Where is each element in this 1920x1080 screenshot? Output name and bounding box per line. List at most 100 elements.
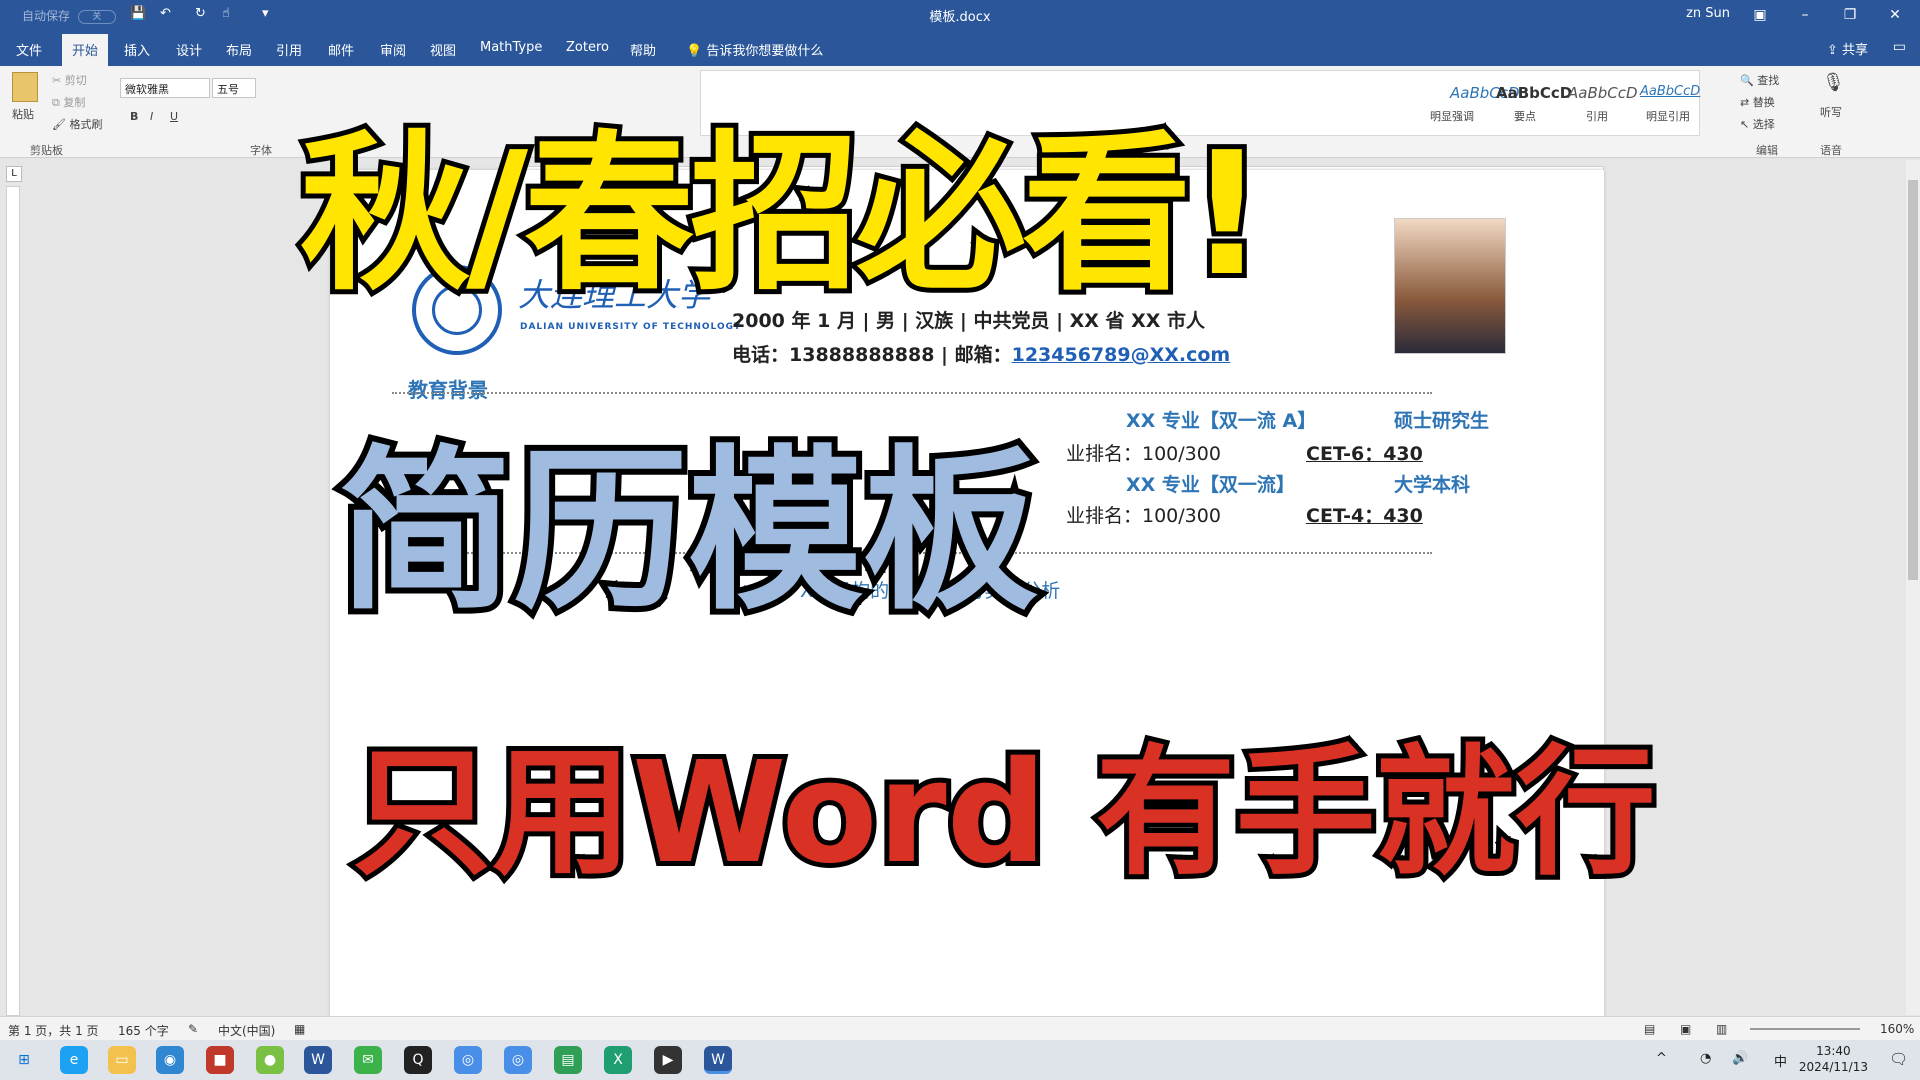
copy-label: 复制 bbox=[63, 96, 86, 109]
style-label-1: 明显强调 bbox=[1430, 110, 1474, 123]
tab-mailings[interactable]: 邮件 bbox=[318, 38, 364, 61]
replace-button[interactable]: ⇄ 替换 bbox=[1740, 94, 1775, 110]
document-title: 模板.docx bbox=[929, 10, 991, 25]
cut-button[interactable]: ✂ 剪切 bbox=[52, 72, 87, 88]
find-label: 查找 bbox=[1757, 74, 1780, 87]
font-group-label: 字体 bbox=[250, 144, 272, 157]
word-active-icon[interactable]: W bbox=[704, 1046, 732, 1074]
ime-indicator[interactable]: 中 bbox=[1774, 1051, 1787, 1070]
bilibili-icon[interactable]: ▶ bbox=[654, 1046, 682, 1074]
user-name[interactable]: zn Sun bbox=[1686, 6, 1730, 21]
overlay-title-line1: 秋/春招必看! bbox=[295, 111, 1271, 319]
web-layout-icon[interactable]: ▥ bbox=[1716, 1022, 1727, 1036]
copy-button[interactable]: ⧉ 复制 bbox=[52, 94, 85, 110]
dictate-button[interactable]: 听写 bbox=[1820, 104, 1842, 120]
browser-icon[interactable]: ◉ bbox=[156, 1046, 184, 1074]
macro-icon[interactable]: ▦ bbox=[294, 1022, 305, 1036]
windows-start-icon[interactable]: ⊞ bbox=[10, 1046, 38, 1074]
font-size-select[interactable]: 五号 bbox=[212, 78, 256, 98]
tell-me-label: 告诉我你想要做什么 bbox=[706, 44, 824, 59]
tab-design[interactable]: 设计 bbox=[166, 38, 212, 61]
menu-bar: 文件 开始 插入 设计 布局 引用 邮件 审阅 视图 MathType Zote… bbox=[0, 30, 1920, 66]
qq-icon[interactable]: Q bbox=[404, 1046, 432, 1074]
tab-references[interactable]: 引用 bbox=[266, 38, 312, 61]
tab-layout[interactable]: 布局 bbox=[216, 38, 262, 61]
print-layout-icon[interactable]: ▣ bbox=[1680, 1022, 1691, 1036]
bold-button[interactable]: B bbox=[130, 110, 138, 123]
edu2-cet: CET-4：430 bbox=[1306, 505, 1423, 527]
edge-icon[interactable]: e bbox=[60, 1046, 88, 1074]
style-sample-2[interactable]: AaBbCcD bbox=[1496, 84, 1572, 102]
italic-button[interactable]: I bbox=[150, 110, 153, 123]
font-name-select[interactable]: 微软雅黑 bbox=[120, 78, 210, 98]
tab-help[interactable]: 帮助 bbox=[620, 38, 666, 61]
word-doc-icon[interactable]: W bbox=[304, 1046, 332, 1074]
style-label-2: 要点 bbox=[1514, 110, 1536, 123]
edu1-rank: 业排名：100/300 bbox=[1066, 443, 1221, 465]
comments-icon[interactable]: ▭ bbox=[1893, 39, 1906, 55]
app-red-icon[interactable]: ■ bbox=[206, 1046, 234, 1074]
close-button[interactable]: ✕ bbox=[1875, 3, 1915, 27]
share-icon: ⇪ bbox=[1826, 43, 1838, 58]
proofing-icon[interactable]: ✎ bbox=[188, 1022, 198, 1036]
notification-icon[interactable]: 🗨 bbox=[1889, 1050, 1908, 1068]
status-bar: 第 1 页，共 1 页 165 个字 ✎ 中文(中国) ▦ ▤ ▣ ▥ 160% bbox=[0, 1016, 1920, 1040]
scrollbar-thumb[interactable] bbox=[1908, 180, 1918, 580]
chrome-icon[interactable]: ◎ bbox=[454, 1046, 482, 1074]
word-count[interactable]: 165 个字 bbox=[118, 1022, 169, 1039]
excel-icon[interactable]: X bbox=[604, 1046, 632, 1074]
chrome-icon-2[interactable]: ◎ bbox=[504, 1046, 532, 1074]
edu1-cet: CET-6：430 bbox=[1306, 443, 1423, 465]
language-indicator[interactable]: 中文(中国) bbox=[218, 1022, 275, 1039]
system-clock[interactable]: 13:40 2024/11/13 bbox=[1799, 1043, 1868, 1075]
edu2-degree: 大学本科 bbox=[1394, 474, 1471, 496]
tab-review[interactable]: 审阅 bbox=[370, 38, 416, 61]
tab-insert[interactable]: 插入 bbox=[114, 38, 160, 61]
paste-icon[interactable] bbox=[12, 72, 38, 102]
edu2-rank: 业排名：100/300 bbox=[1066, 505, 1221, 527]
app-green-icon[interactable]: ● bbox=[256, 1046, 284, 1074]
underline-button[interactable]: U bbox=[170, 110, 178, 123]
vertical-ruler[interactable] bbox=[6, 186, 20, 1016]
restore-button[interactable]: ❐ bbox=[1830, 3, 1870, 27]
ribbon-display-icon[interactable]: ▣ bbox=[1740, 3, 1780, 27]
page-count[interactable]: 第 1 页，共 1 页 bbox=[8, 1022, 99, 1039]
edu1-degree: 硕士研究生 bbox=[1394, 410, 1490, 432]
tab-mathtype[interactable]: MathType bbox=[470, 38, 552, 57]
share-button[interactable]: ⇪ 共享 bbox=[1827, 39, 1868, 58]
overlay-title-line2: 简历模板 bbox=[332, 425, 1044, 640]
paste-button[interactable]: 粘贴 bbox=[12, 106, 34, 122]
select-button[interactable]: ↖ 选择 bbox=[1740, 116, 1775, 132]
tab-home[interactable]: 开始 bbox=[62, 34, 109, 66]
wechat-icon[interactable]: ✉ bbox=[354, 1046, 382, 1074]
tab-zotero[interactable]: Zotero bbox=[556, 38, 619, 57]
tab-file[interactable]: 文件 bbox=[6, 38, 52, 61]
edit-group-label: 编辑 bbox=[1756, 144, 1778, 157]
clipboard-group-label: 剪贴板 bbox=[30, 144, 63, 157]
find-button[interactable]: 🔍 查找 bbox=[1740, 72, 1779, 88]
zoom-slider[interactable] bbox=[1750, 1028, 1860, 1030]
taskbar: ⊞ e ▭ ◉ ■ ● W ✉ Q ◎ ◎ ▤ X ▶ W ^ ◔ 🔊 中 13… bbox=[0, 1040, 1920, 1080]
file-explorer-icon[interactable]: ▭ bbox=[108, 1046, 136, 1074]
style-sample-4[interactable]: AaBbCcD bbox=[1640, 84, 1700, 99]
minimize-button[interactable]: – bbox=[1785, 3, 1825, 27]
network-icon[interactable]: ◔ bbox=[1700, 1051, 1711, 1066]
volume-icon[interactable]: 🔊 bbox=[1732, 1051, 1748, 1066]
tray-expand-icon[interactable]: ^ bbox=[1656, 1051, 1667, 1066]
style-sample-3[interactable]: AaBbCcD bbox=[1568, 84, 1638, 102]
style-label-4: 明显引用 bbox=[1646, 110, 1690, 123]
university-name-en: DALIAN UNIVERSITY OF TECHNOLOGY bbox=[520, 322, 742, 332]
format-painter-button[interactable]: 🖌 格式刷 bbox=[52, 116, 102, 132]
replace-label: 替换 bbox=[1752, 96, 1775, 109]
terminal-icon[interactable]: ▤ bbox=[554, 1046, 582, 1074]
email-link[interactable]: 123456789@XX.com bbox=[1012, 344, 1231, 366]
microphone-icon[interactable]: 🎙 bbox=[1822, 72, 1845, 93]
tell-me-search[interactable]: 💡 告诉我你想要做什么 bbox=[676, 38, 833, 61]
clock-time: 13:40 bbox=[1816, 1044, 1851, 1058]
vertical-scrollbar[interactable] bbox=[1906, 160, 1920, 1015]
tab-selector[interactable]: L bbox=[6, 166, 22, 182]
zoom-level[interactable]: 160% bbox=[1880, 1022, 1914, 1036]
read-mode-icon[interactable]: ▤ bbox=[1644, 1022, 1655, 1036]
edu1-major: XX 专业【双一流 A】 bbox=[1126, 410, 1317, 432]
tab-view[interactable]: 视图 bbox=[420, 38, 466, 61]
